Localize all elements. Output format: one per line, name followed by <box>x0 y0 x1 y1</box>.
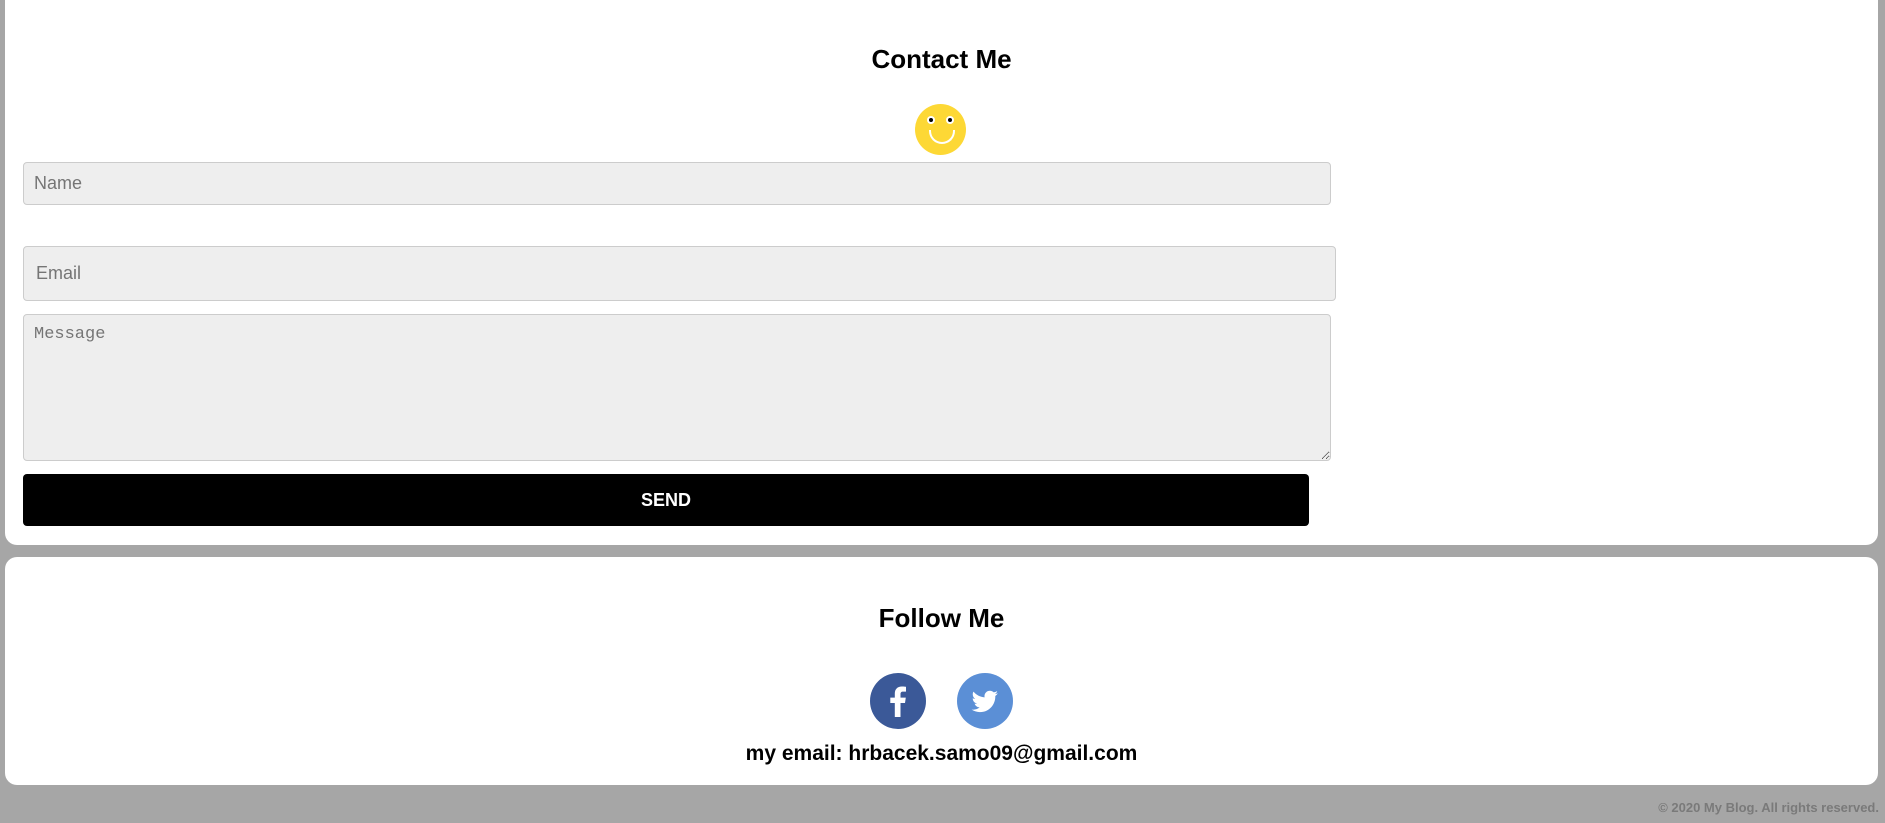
twitter-link[interactable] <box>957 673 1013 729</box>
message-input[interactable] <box>23 314 1331 461</box>
facebook-icon <box>890 686 906 717</box>
smiley-face-icon <box>915 104 966 155</box>
email-input[interactable] <box>23 246 1336 301</box>
name-input[interactable] <box>23 162 1331 205</box>
twitter-icon <box>971 690 998 713</box>
send-button[interactable]: SEND <box>23 474 1309 526</box>
smiley-right-eye <box>946 116 954 124</box>
follow-title: Follow Me <box>878 603 1005 633</box>
footer-copyright: © 2020 My Blog. All rights reserved. <box>1658 800 1879 815</box>
contact-email-text: my email: hrbacek.samo09@gmail.com <box>745 742 1138 765</box>
facebook-link[interactable] <box>870 673 926 729</box>
smiley-left-eye <box>927 116 935 124</box>
contact-title: Contact Me <box>871 44 1012 74</box>
smiley-mouth <box>929 130 955 144</box>
